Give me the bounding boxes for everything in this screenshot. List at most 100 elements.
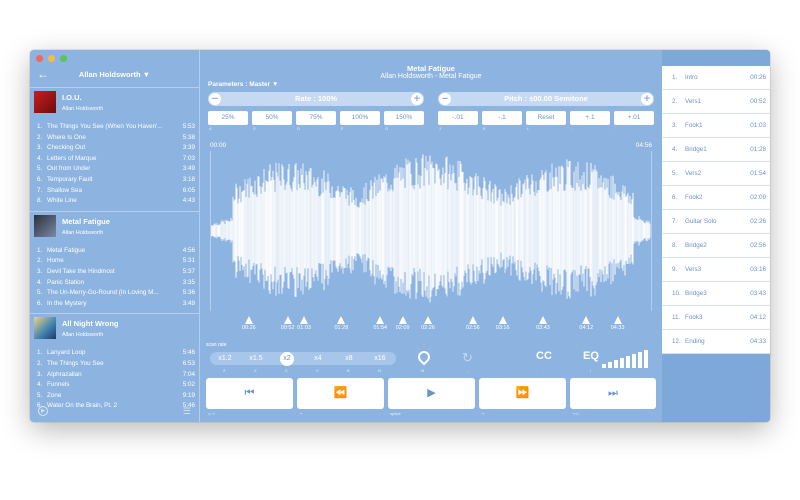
segment-item[interactable]: 8. Bridge2 02:56: [662, 234, 770, 258]
rate-slider[interactable]: − Rate : 100% +: [208, 92, 424, 106]
key-hint: ⊂⊸: [208, 411, 215, 416]
segment-item[interactable]: 2. Vers1 00:52: [662, 90, 770, 114]
track-item[interactable]: 6. Temporary Fault 3:18: [34, 175, 195, 186]
marker-triangle-icon[interactable]: [424, 316, 432, 324]
skip-next-icon: ⏭: [608, 387, 618, 399]
segment-item[interactable]: 3. Fook1 01:03: [662, 114, 770, 138]
track-item[interactable]: 4. Panic Station 3:35: [34, 278, 195, 289]
segment-item[interactable]: 9. Vers3 03:16: [662, 258, 770, 282]
song-title: Metal Fatigue: [407, 64, 455, 73]
marker-triangle-icon[interactable]: [376, 316, 385, 324]
artist-selector[interactable]: Allan Holdsworth ▼: [30, 70, 199, 79]
loop-icon[interactable]: ↻: [462, 350, 473, 366]
track-item[interactable]: 1. Lanyard Loop 5:46: [34, 348, 195, 359]
track-item[interactable]: 2. The Things You See 6:53: [34, 359, 195, 370]
track-item[interactable]: 8. White Line 4:43: [34, 196, 195, 207]
plus-icon[interactable]: +: [411, 93, 423, 105]
skip-previous-button[interactable]: ⏮: [206, 378, 293, 409]
rate-75-button[interactable]: 75%: [296, 111, 336, 125]
segment-item[interactable]: 12. Ending 04:33: [662, 330, 770, 354]
track-item[interactable]: 4. Letters of Marque 7:03: [34, 154, 195, 165]
rate-100-button[interactable]: 100%: [340, 111, 380, 125]
album-cover: [34, 214, 56, 237]
track-item[interactable]: 6. In the Mystery 3:49: [34, 299, 195, 310]
volume-bars-icon[interactable]: [602, 350, 656, 368]
segment-item[interactable]: 11. Fook3 04:12: [662, 306, 770, 330]
segment-item[interactable]: 4. Bridge1 01:28: [662, 138, 770, 162]
track-item[interactable]: 5. Zone 9:19: [34, 391, 195, 402]
marker-triangle-icon[interactable]: [468, 316, 477, 324]
marker-pin-icon[interactable]: [415, 348, 433, 366]
key-hint: V: [316, 368, 319, 373]
key-hint: A: [209, 126, 212, 131]
rate-25-button[interactable]: 25%: [208, 111, 248, 125]
key-hint: ⊸: [299, 411, 303, 416]
marker-triangle-icon[interactable]: [337, 316, 346, 324]
marker-time: 03:43: [536, 325, 550, 331]
scan-x16-button[interactable]: x16: [369, 352, 391, 365]
track-item[interactable]: 4. Funnels 5:02: [34, 380, 195, 391]
scan-x2-button[interactable]: x2: [280, 351, 294, 366]
marker-triangle-icon[interactable]: [498, 316, 507, 324]
track-item[interactable]: 5. The Un-Merry-Go-Round (In Loving M... 5…: [34, 288, 195, 299]
track-item[interactable]: 3. Checking Out 3:39: [34, 143, 195, 154]
track-item[interactable]: 3. Alphrazallan 7:04: [34, 370, 195, 381]
segments-pane: 1. Intro 00:26 2. Vers1 00:52 3. Fook1 01:03 4. Br…: [662, 50, 770, 422]
segment-item[interactable]: 1. Intro 00:26: [662, 66, 770, 90]
marker-triangle-icon[interactable]: [582, 316, 591, 324]
marker-triangle-icon[interactable]: [613, 316, 622, 324]
track-item[interactable]: 5. Out from Under 3:49: [34, 164, 195, 175]
album-header[interactable]: All Night Wrong Allan Holdsworth: [34, 317, 195, 345]
scan-x4-button[interactable]: x4: [307, 352, 329, 365]
track-item[interactable]: 3. Devil Take the Hindmost 5:37: [34, 267, 195, 278]
marker-triangle-icon[interactable]: [244, 316, 253, 324]
marker-triangle-icon[interactable]: [538, 316, 547, 324]
key-hint: K: [483, 126, 486, 131]
segment-item[interactable]: 5. Vers2 01:54: [662, 162, 770, 186]
track-item[interactable]: 1. Metal Fatigue 4:56: [34, 246, 195, 257]
plus-icon[interactable]: +: [641, 93, 653, 105]
rewind-button[interactable]: ⏪: [297, 378, 384, 409]
marker-triangle-icon[interactable]: [283, 316, 292, 324]
parameters-selector[interactable]: Parameters : Master ▼: [208, 81, 278, 88]
fast-forward-button[interactable]: ⏩: [479, 378, 566, 409]
pitch-minus-01-button[interactable]: -.1: [482, 111, 522, 125]
segment-item[interactable]: 6. Fook2 02:09: [662, 186, 770, 210]
album-title: I.O.U.: [62, 93, 82, 102]
cc-button[interactable]: CC: [536, 350, 552, 362]
scan-x1-5-button[interactable]: x1.5: [245, 352, 267, 365]
pitch-slider[interactable]: − Pitch : ±00.00 Semitone +: [438, 92, 654, 106]
album-header[interactable]: Metal Fatigue Allan Holdsworth: [34, 214, 195, 243]
album-header[interactable]: I.O.U. Allan Holdsworth: [34, 91, 195, 119]
pitch-reset-button[interactable]: Reset: [526, 111, 566, 125]
list-icon[interactable]: ☰: [183, 406, 191, 417]
key-hint: L: [527, 126, 530, 131]
marker-triangle-icon[interactable]: [300, 316, 309, 324]
rate-150-button[interactable]: 150%: [384, 111, 424, 125]
pitch-minus-001-button[interactable]: -.01: [438, 111, 478, 125]
album-block: I.O.U. Allan Holdsworth 1. The Things You…: [30, 88, 199, 212]
song-subtitle: Allan Holdsworth - Metal Fatigue: [380, 73, 482, 80]
play-circle-icon[interactable]: ▶: [38, 406, 48, 416]
time-start: 00:00: [210, 142, 227, 149]
skip-next-button[interactable]: ⏭: [570, 378, 656, 409]
marker-triangle-icon[interactable]: [398, 316, 407, 324]
scan-x1-2-button[interactable]: x1.2: [214, 352, 236, 365]
waveform[interactable]: [210, 151, 652, 311]
pitch-plus-01-button[interactable]: +.1: [570, 111, 610, 125]
key-hint: .: [543, 368, 545, 373]
play-button[interactable]: ▶: [388, 378, 475, 409]
scan-x8-button[interactable]: x8: [338, 352, 360, 365]
track-item[interactable]: 2. Home 5:31: [34, 256, 195, 267]
scan-rate-label: scan rate: [206, 342, 227, 348]
pitch-plus-001-button[interactable]: +.01: [614, 111, 654, 125]
marker-time: 03:16: [495, 325, 510, 331]
track-item[interactable]: 2. Where Is One 5:38: [34, 133, 195, 144]
track-item[interactable]: 7. Shallow Sea 6:05: [34, 186, 195, 197]
track-item[interactable]: 1. The Things You See (When You Haven'...…: [34, 122, 195, 133]
marker-time: 02:26: [421, 325, 435, 331]
eq-button[interactable]: EQ: [583, 350, 599, 362]
segment-item[interactable]: 7. Guitar Solo 02:26: [662, 210, 770, 234]
segment-item[interactable]: 10. Bridge3 03:43: [662, 282, 770, 306]
rate-50-button[interactable]: 50%: [252, 111, 292, 125]
